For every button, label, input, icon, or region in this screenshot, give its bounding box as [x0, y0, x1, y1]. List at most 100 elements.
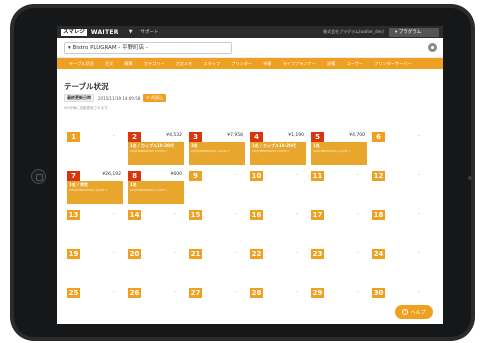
occupancy-detail: 3A/JTPM000(00) 1/2(3F-): [313, 149, 350, 153]
table-cell[interactable]: 15 -: [189, 210, 245, 223]
nav-item[interactable]: テーブル状況: [69, 61, 94, 67]
nav-item[interactable]: プリンター: [231, 61, 252, 67]
table-cell[interactable]: 16 -: [250, 210, 306, 223]
auto-refresh-note: ※5分毎に自動更新されます。: [64, 106, 111, 110]
table-empty-mark: -: [418, 133, 420, 139]
table-number[interactable]: 28: [250, 288, 263, 298]
table-number[interactable]: 5: [311, 132, 324, 142]
home-button[interactable]: [31, 169, 46, 184]
table-number[interactable]: 9: [189, 171, 202, 181]
table-cell[interactable]: 7 ¥26,192 1名 / 男性 2/H/JPPM000(00) 1/2(3F-): [67, 171, 123, 204]
table-cell[interactable]: 1-: [67, 132, 123, 145]
table-number[interactable]: 6: [372, 132, 385, 142]
table-number[interactable]: 7: [67, 171, 80, 181]
table-empty-mark: -: [296, 211, 298, 217]
table-cell[interactable]: 20 -: [128, 249, 184, 262]
table-number[interactable]: 11: [311, 171, 324, 181]
table-empty-mark: -: [357, 172, 359, 178]
table-number[interactable]: 15: [189, 210, 202, 220]
table-cell[interactable]: 23 -: [311, 249, 367, 262]
table-number[interactable]: 3: [189, 132, 202, 142]
table-empty-mark: -: [357, 250, 359, 256]
table-cell[interactable]: 2 ¥4,532 1名 / カップル10-20代 2A/JTPM000(00) 1/2…: [128, 132, 184, 165]
table-cell[interactable]: 28 -: [250, 288, 306, 301]
table-number[interactable]: 21: [189, 249, 202, 259]
help-button[interactable]: ? ヘルプ: [395, 305, 433, 319]
table-cell[interactable]: 25 -: [67, 288, 123, 301]
table-number[interactable]: 25: [67, 288, 80, 298]
table-number[interactable]: 24: [372, 249, 385, 259]
table-cell[interactable]: 18 -: [372, 210, 428, 223]
table-number[interactable]: 18: [372, 210, 385, 220]
table-cell[interactable]: 30 -: [372, 288, 428, 301]
table-cell[interactable]: 11 -: [311, 171, 367, 184]
table-cell[interactable]: 5 ¥4,700 1名 3A/JTPM000(00) 1/2(3F-): [311, 132, 367, 165]
table-empty-mark: -: [296, 172, 298, 178]
table-number[interactable]: 26: [128, 288, 141, 298]
support-link[interactable]: サポート: [141, 29, 159, 35]
table-cell[interactable]: 4 ¥1,190 1名 / カップル10-20代 3A/JTPM000(00) 1/2…: [250, 132, 306, 165]
store-select[interactable]: ▾ Bistro PLUGRAM - 平野町店 -: [64, 42, 232, 54]
table-cell[interactable]: 19 -: [67, 249, 123, 262]
table-empty-mark: -: [235, 211, 237, 217]
nav-item[interactable]: カテゴリー: [144, 61, 165, 67]
chevron-down-icon[interactable]: ▼: [129, 29, 133, 35]
refresh-label: 再読込: [150, 95, 163, 100]
table-number[interactable]: 13: [67, 210, 80, 220]
account-name: 株式会社プラグラム(waiter_dev): [323, 29, 384, 34]
occupancy-panel[interactable]: 1名 / カップル10-20代 3A/JTPM000(00) 1/2(3F-): [250, 142, 306, 165]
table-cell[interactable]: 6-: [372, 132, 428, 145]
nav-item[interactable]: ライフプランナー: [282, 61, 316, 67]
nav-item[interactable]: スタッフ: [203, 61, 220, 67]
table-number[interactable]: 22: [250, 249, 263, 259]
table-cell[interactable]: 10 -: [250, 171, 306, 184]
occupancy-panel[interactable]: 1名 2A/JTPM000(00) 1/2(3F-): [128, 181, 184, 204]
table-number[interactable]: 8: [128, 171, 141, 181]
table-cell[interactable]: 26 -: [128, 288, 184, 301]
nav-item[interactable]: 注文メモ: [176, 61, 193, 67]
table-amount: ¥26,192: [102, 172, 121, 177]
table-number[interactable]: 10: [250, 171, 263, 181]
table-cell[interactable]: 3 ¥7,958 3名 2/H/JPPM000(00) 1/2(3F-): [189, 132, 245, 165]
occupancy-panel[interactable]: 1名 / カップル10-20代 2A/JTPM000(00) 1/2(3F-): [128, 142, 184, 165]
table-number[interactable]: 27: [189, 288, 202, 298]
occupancy-detail: 2A/JTPM000(00) 1/2(3F-): [130, 149, 167, 153]
table-number[interactable]: 17: [311, 210, 324, 220]
table-number[interactable]: 12: [372, 171, 385, 181]
table-number[interactable]: 23: [311, 249, 324, 259]
table-cell[interactable]: 22 -: [250, 249, 306, 262]
table-number[interactable]: 4: [250, 132, 263, 142]
table-number[interactable]: 14: [128, 210, 141, 220]
table-number[interactable]: 16: [250, 210, 263, 220]
table-cell[interactable]: 9-: [189, 171, 245, 184]
table-cell[interactable]: 21 -: [189, 249, 245, 262]
table-cell[interactable]: 8 ¥600 1名 2A/JTPM000(00) 1/2(3F-): [128, 171, 184, 204]
program-dropdown[interactable]: ▾ プラグラム: [389, 27, 439, 37]
table-cell[interactable]: 14 -: [128, 210, 184, 223]
table-number[interactable]: 20: [128, 249, 141, 259]
gear-icon[interactable]: [428, 43, 437, 52]
help-label: ヘルプ: [410, 309, 426, 316]
table-number[interactable]: 1: [67, 132, 80, 142]
table-cell[interactable]: 27 -: [189, 288, 245, 301]
occupancy-panel[interactable]: 3名 2/H/JPPM000(00) 1/2(3F-): [189, 142, 245, 165]
nav-item[interactable]: 卓番: [263, 61, 271, 67]
nav-item[interactable]: プリンターサーバー: [374, 61, 412, 67]
table-cell[interactable]: 12 -: [372, 171, 428, 184]
nav-item[interactable]: 設備: [327, 61, 335, 67]
occupancy-panel[interactable]: 1名 / 男性 2/H/JPPM000(00) 1/2(3F-): [67, 181, 123, 204]
table-cell[interactable]: 17 -: [311, 210, 367, 223]
table-cell[interactable]: 13 -: [67, 210, 123, 223]
table-number[interactable]: 19: [67, 249, 80, 259]
refresh-button[interactable]: ⟳ 再読込: [143, 94, 166, 102]
table-cell[interactable]: 29 -: [311, 288, 367, 301]
occupancy-panel[interactable]: 1名 3A/JTPM000(00) 1/2(3F-): [311, 142, 367, 165]
nav-item[interactable]: 注文: [105, 61, 113, 67]
table-number[interactable]: 2: [128, 132, 141, 142]
table-number[interactable]: 29: [311, 288, 324, 298]
nav-item[interactable]: 精算: [124, 61, 132, 67]
nav-item[interactable]: ユーザー: [346, 61, 363, 67]
table-number[interactable]: 30: [372, 288, 385, 298]
table-cell[interactable]: 24 -: [372, 249, 428, 262]
page-title: テーブル状況: [64, 82, 109, 91]
